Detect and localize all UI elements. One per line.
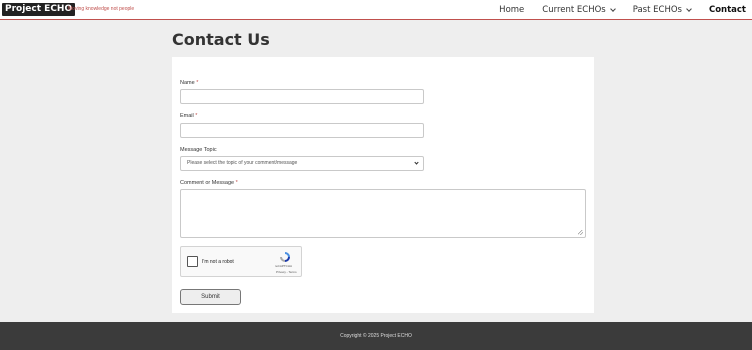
chevron-down-icon [609,5,616,12]
nav-item-past-echos[interactable]: Past ECHOs [632,5,692,15]
email-label: Email * [180,113,198,119]
recaptcha-links[interactable]: Privacy - Terms [276,270,297,274]
recaptcha-icon [280,252,290,262]
recaptcha-checkbox[interactable] [187,256,198,267]
required-marker: * [195,113,198,119]
resize-handle-icon[interactable] [578,230,583,235]
nav-item-contact[interactable]: Contact [709,5,746,15]
nav-item-label: Past ECHOs [632,5,682,15]
comment-label: Comment or Message * [180,180,238,186]
site-header: Project ECHO Moving knowledge not people… [0,0,752,20]
site-footer: Copyright © 2025 Project ECHO [0,322,752,350]
chevron-down-icon [414,160,419,165]
nav-item-home[interactable]: Home [499,5,524,15]
site-logo[interactable]: Project ECHO [2,3,76,16]
required-marker: * [235,180,238,186]
name-label: Name * [180,80,199,86]
contact-form: Name * Email * Message Topic Please sele… [172,57,594,313]
nav-item-label: Current ECHOs [542,5,606,15]
nav-item-label: Contact [708,5,746,15]
copyright-text: Copyright © 2025 Project ECHO [340,333,412,339]
required-marker: * [196,80,199,86]
submit-button[interactable]: Submit [180,289,241,305]
topic-select-value: Please select the topic of your comment/… [187,160,298,166]
topic-select[interactable]: Please select the topic of your comment/… [180,156,424,171]
email-field[interactable] [180,123,424,138]
page-title: Contact Us [172,30,270,49]
recaptcha-label: I'm not a robot [202,259,234,265]
site-tagline: Moving knowledge not people [68,6,135,12]
nav-item-label: Home [499,5,525,15]
recaptcha-widget: I'm not a robot reCAPTCHA Privacy - Term… [180,246,302,277]
topic-label: Message Topic [180,147,217,153]
chevron-down-icon [686,5,692,12]
name-field[interactable] [180,89,424,104]
nav-item-current-echos[interactable]: Current ECHOs [542,5,616,15]
main-nav: Home Current ECHOs Past ECHOs Contact [481,0,746,20]
recaptcha-brand: reCAPTCHA [275,264,293,268]
comment-textarea[interactable] [180,189,586,238]
